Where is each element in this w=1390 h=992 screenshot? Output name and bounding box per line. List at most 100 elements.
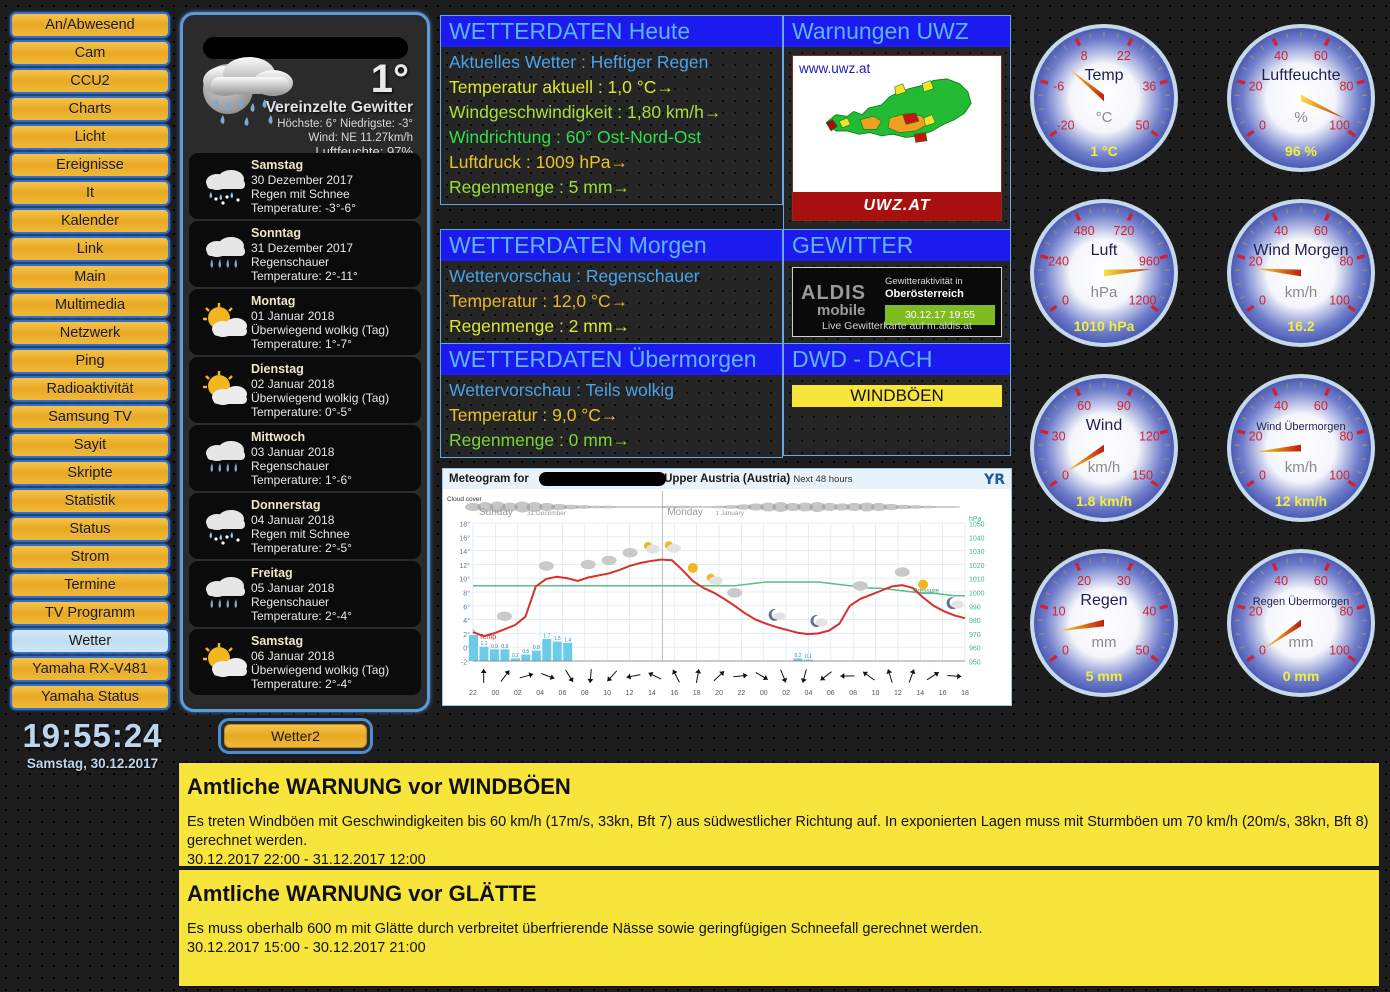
panel-wetterdaten-heute: WETTERDATEN Heute Aktuelles Wetter : Hef… xyxy=(440,15,783,205)
forecast-day-temperature: Temperature: 2°-4° xyxy=(251,677,352,691)
svg-text:480: 480 xyxy=(1074,224,1095,238)
svg-text:16: 16 xyxy=(670,690,678,697)
svg-text:960: 960 xyxy=(1139,254,1160,268)
panel-body: Aktuelles Wetter : Heftiger Regen Tempera… xyxy=(441,47,782,204)
svg-text:0: 0 xyxy=(1259,118,1266,132)
gauge-regen-bermorgen: 0 20 40 60 80 100 Regen Übermorgen mm 0 mm xyxy=(1225,547,1377,699)
gauge-value: 96 % xyxy=(1285,143,1317,159)
aldis-activity-label1: Gewitteraktivität in xyxy=(885,276,963,287)
svg-text:31 December: 31 December xyxy=(527,510,567,517)
data-line: Temperatur aktuell : 1,0 °C→ xyxy=(449,77,674,97)
current-condition-text: Vereinzelte Gewitter xyxy=(265,99,413,116)
gauge-unit: hPa xyxy=(1091,284,1118,301)
svg-text:6°: 6° xyxy=(463,603,470,611)
meteogram-location: Upper Austria (Austria) xyxy=(664,473,791,485)
sidebar-item-statistik[interactable]: Statistik xyxy=(10,488,170,514)
uwz-logo: UWZ.AT xyxy=(793,192,1001,220)
sidebar-item-sayit[interactable]: Sayit xyxy=(10,432,170,458)
svg-text:80: 80 xyxy=(1339,79,1353,93)
sidebar-item-termine[interactable]: Termine xyxy=(10,572,170,598)
data-line: Regenmenge : 5 mm→ xyxy=(449,177,630,197)
aldis-logo-line1: ALDIS xyxy=(801,282,866,304)
sidebar-item-link[interactable]: Link xyxy=(10,236,170,262)
sidebar-item-it[interactable]: It xyxy=(10,180,170,206)
sidebar-item-cam[interactable]: Cam xyxy=(10,40,170,66)
svg-text:1020: 1020 xyxy=(969,563,985,570)
forecast-day-condition: Regenschauer xyxy=(251,595,330,609)
sidebar-item-licht[interactable]: Licht xyxy=(10,124,170,150)
gauge-title: Temp xyxy=(1084,67,1123,84)
sidebar-item-yamaha-status[interactable]: Yamaha Status xyxy=(10,684,170,710)
aldis-widget[interactable]: ALDIS mobile Gewitteraktivität in Oberös… xyxy=(792,267,1002,337)
showers-icon xyxy=(199,574,251,616)
aldis-logo-line2: mobile xyxy=(817,302,866,319)
forecast-day-temperature: Temperature: 1°-6° xyxy=(251,473,352,487)
warning-title: Amtliche WARNUNG vor GLÄTTE xyxy=(187,881,537,906)
clock-time: 19:55:24 xyxy=(22,717,163,754)
gauge-value: 16.2 xyxy=(1287,318,1314,334)
forecast-day-date: 03 Januar 2018 xyxy=(251,445,335,459)
meteogram-chart[interactable]: Meteogram for Upper Austria (Austria) Ne… xyxy=(442,468,1012,706)
sidebar-item-tv-programm[interactable]: TV Programm xyxy=(10,600,170,626)
gauge-title: Wind Übermorgen xyxy=(1256,421,1345,433)
sidebar-item-multimedia[interactable]: Multimedia xyxy=(10,292,170,318)
svg-text:06: 06 xyxy=(559,690,567,697)
gauge-temp: -20 -6 8 22 36 50 Temp °C 1 °C xyxy=(1028,22,1180,174)
sidebar-item-charts[interactable]: Charts xyxy=(10,96,170,122)
sidebar-item-ping[interactable]: Ping xyxy=(10,348,170,374)
sidebar-item-ereignisse[interactable]: Ereignisse xyxy=(10,152,170,178)
meteogram-range: Next 48 hours xyxy=(793,474,853,485)
svg-text:990: 990 xyxy=(969,604,981,611)
current-temperature: 1° xyxy=(370,57,409,101)
wetter2-button[interactable]: Wetter2 xyxy=(224,724,367,748)
aldis-footer-link[interactable]: Live Gewitterkarte auf m.aldis.at xyxy=(793,320,1001,332)
svg-text:06: 06 xyxy=(827,690,835,697)
svg-text:18: 18 xyxy=(961,690,969,697)
forecast-day-date: 30 Dezember 2017 xyxy=(251,173,354,187)
svg-text:20: 20 xyxy=(1077,574,1091,588)
svg-text:22: 22 xyxy=(1117,49,1131,63)
svg-text:100: 100 xyxy=(1329,118,1350,132)
panel-body: Wettervorschau : Regenschauer Temperatur … xyxy=(441,261,782,343)
sidebar-item-status[interactable]: Status xyxy=(10,516,170,542)
sidebar-item-strom[interactable]: Strom xyxy=(10,544,170,570)
svg-text:14°: 14° xyxy=(459,548,470,556)
svg-text:00: 00 xyxy=(491,690,499,697)
sidebar-item-radioaktivit-t[interactable]: Radioaktivität xyxy=(10,376,170,402)
sidebar-item-wetter[interactable]: Wetter xyxy=(10,628,170,654)
svg-text:18: 18 xyxy=(693,690,701,697)
svg-text:36: 36 xyxy=(1142,79,1156,93)
sidebar-item-yamaha-rx-v481[interactable]: Yamaha RX-V481 xyxy=(10,656,170,682)
yr-logo: YR xyxy=(984,472,1005,488)
sidebar-item-netzwerk[interactable]: Netzwerk xyxy=(10,320,170,346)
forecast-day-date: 04 Januar 2018 xyxy=(251,513,335,527)
svg-text:0.2: 0.2 xyxy=(795,653,802,659)
sidebar-item-skripte[interactable]: Skripte xyxy=(10,460,170,486)
svg-text:1030: 1030 xyxy=(969,549,985,556)
svg-text:0: 0 xyxy=(1259,468,1266,482)
uwz-austria-map[interactable]: www.uwz.at UWZ.AT xyxy=(792,55,1002,221)
forecast-day-name: Samstag xyxy=(251,634,304,648)
svg-text:Temp: Temp xyxy=(479,634,496,641)
panel-title: GEWITTER xyxy=(784,230,1010,261)
gauge-title: Regen xyxy=(1080,592,1127,609)
forecast-day-row: Montag 01 Januar 2018 Überwiegend wolkig… xyxy=(189,289,421,355)
aldis-activity-label2: Oberösterreich xyxy=(885,288,964,300)
sidebar-item-ccu2[interactable]: CCU2 xyxy=(10,68,170,94)
sidebar-item-kalender[interactable]: Kalender xyxy=(10,208,170,234)
meteogram-svg: -2°0°2°4°6°8°10°12°14°16°18°950960970980… xyxy=(447,491,985,697)
svg-text:04: 04 xyxy=(536,690,544,697)
sidebar-item-main[interactable]: Main xyxy=(10,264,170,290)
sidebar-item-samsung-tv[interactable]: Samsung TV xyxy=(10,404,170,430)
svg-text:40: 40 xyxy=(1274,224,1288,238)
gauge-unit: mm xyxy=(1092,634,1117,651)
forecast-day-condition: Regen mit Schnee xyxy=(251,187,350,201)
svg-text:08: 08 xyxy=(849,690,857,697)
sidebar-item-an-abwesend[interactable]: An/Abwesend xyxy=(10,12,170,38)
svg-text:1.1: 1.1 xyxy=(480,641,487,647)
svg-text:-20: -20 xyxy=(1056,118,1074,132)
gauge-luft: 0 240 480 720 960 1200 Luft hPa 1010 hPa xyxy=(1028,197,1180,349)
svg-text:12: 12 xyxy=(894,690,902,697)
current-wind: Wind: NE 11.27km/h xyxy=(308,132,413,144)
gauge-title: Regen Übermorgen xyxy=(1253,596,1350,608)
